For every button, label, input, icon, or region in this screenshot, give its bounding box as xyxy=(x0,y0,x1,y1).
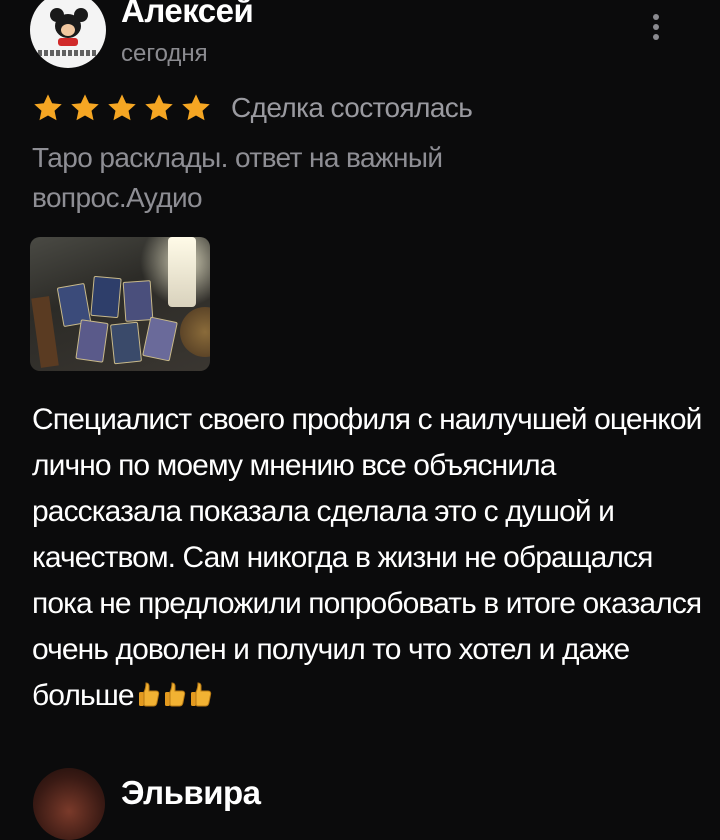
next-review-card: Эльвира xyxy=(0,760,720,840)
photo-disc xyxy=(180,307,210,357)
photo-card xyxy=(142,316,178,362)
thumbs-up-icon xyxy=(190,682,211,707)
rating-row: Сделка состоялась xyxy=(32,92,473,124)
photo-candle xyxy=(168,237,196,307)
review-author[interactable]: Эльвира xyxy=(121,774,261,812)
photo-card xyxy=(90,275,122,319)
star-icon xyxy=(71,94,99,121)
photo-board xyxy=(31,296,59,368)
photo-card xyxy=(75,319,109,363)
avatar-snout xyxy=(61,24,75,36)
avatar-ring-text xyxy=(38,50,98,56)
avatar[interactable] xyxy=(33,768,105,840)
kebab-menu-icon[interactable] xyxy=(645,14,667,46)
review-text-content: Специалист своего профиля с наилучшей оц… xyxy=(32,403,702,712)
service-title[interactable]: Таро расклады. ответ на важный вопрос.Ау… xyxy=(32,138,552,218)
star-icon xyxy=(182,94,210,121)
photo-card xyxy=(122,280,154,322)
review-photo[interactable] xyxy=(30,237,210,371)
thumbs-up-icon xyxy=(164,682,185,707)
thumbs-up-icon xyxy=(138,682,159,707)
star-icon xyxy=(34,94,62,121)
avatar[interactable] xyxy=(30,0,106,68)
thumbs-up-emojis xyxy=(134,679,212,712)
review-author[interactable]: Алексей xyxy=(121,0,254,30)
deal-status: Сделка состоялась xyxy=(231,92,473,123)
review-date: сегодня xyxy=(121,40,208,67)
review-text: Специалист своего профиля с наилучшей оц… xyxy=(32,397,702,719)
avatar-shorts xyxy=(58,38,78,46)
star-icon xyxy=(145,94,173,121)
photo-card xyxy=(109,321,143,365)
rating-stars xyxy=(32,92,217,124)
star-icon xyxy=(108,94,136,121)
